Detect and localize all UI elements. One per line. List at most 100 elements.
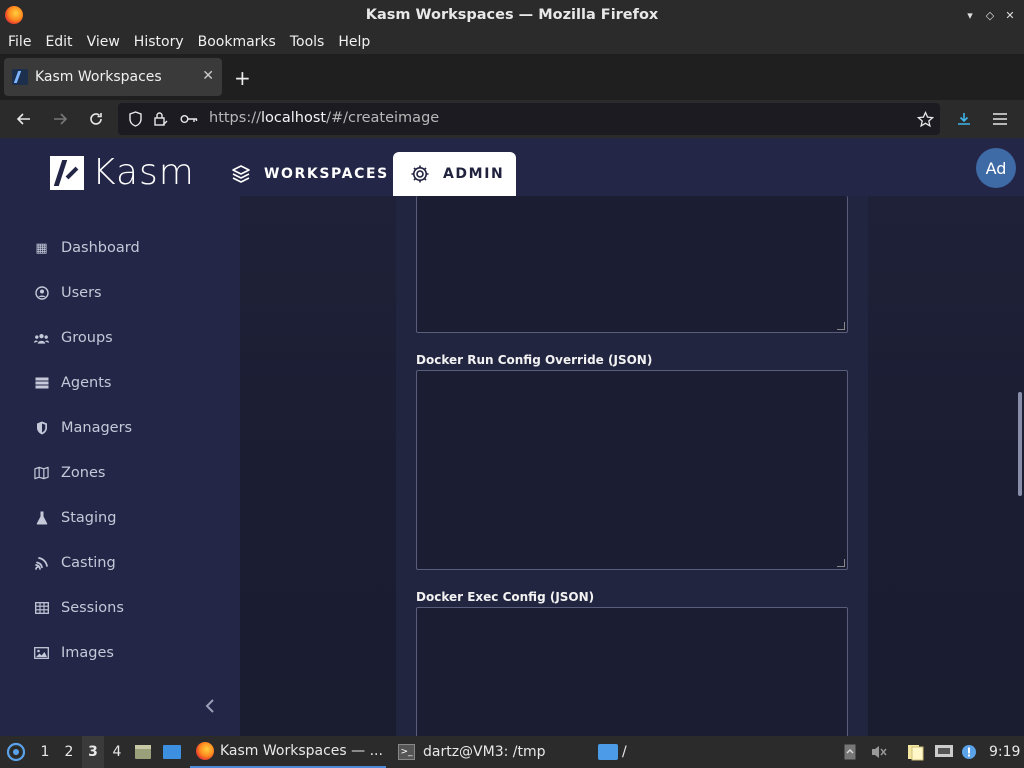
tab-strip: Kasm Workspaces ✕ +: [0, 54, 1024, 100]
workspace-3[interactable]: 3: [82, 736, 104, 768]
key-icon[interactable]: [178, 108, 200, 130]
sidebar-item-managers[interactable]: Managers: [34, 416, 132, 440]
firefox-task-icon: [196, 742, 214, 760]
sidebar-item-label: Sessions: [61, 600, 124, 616]
layers-icon: [230, 163, 252, 185]
resize-grip-icon[interactable]: [837, 322, 845, 330]
window-title: Kasm Workspaces — Mozilla Firefox: [365, 7, 659, 23]
task-firefox-label: Kasm Workspaces — ...: [220, 743, 383, 759]
close-window-icon[interactable]: ✕: [1003, 8, 1017, 22]
avatar[interactable]: Ad: [976, 148, 1016, 188]
sidebar-item-label: Zones: [61, 465, 106, 481]
taskbar: 1 2 3 4 Kasm Workspaces — ... >_ dartz@V…: [0, 736, 1024, 768]
shield-icon: [34, 421, 49, 436]
shield-tracking-icon[interactable]: [124, 108, 146, 130]
kasm-header: Kasm WORKSPACES ADMIN Ad: [0, 138, 1024, 196]
kasm-logo-text: Kasm: [92, 152, 195, 193]
nav-bar: https://localhost/#/createimage: [0, 100, 1024, 138]
sidebar-item-casting[interactable]: Casting: [34, 551, 116, 575]
sidebar-item-images[interactable]: Images: [34, 641, 114, 665]
task-terminal-label: dartz@VM3: /tmp: [423, 744, 546, 760]
start-menu-icon[interactable]: [4, 736, 28, 768]
sidebar-item-staging[interactable]: Staging: [34, 506, 116, 530]
nav-workspaces[interactable]: WORKSPACES: [230, 152, 389, 196]
sidebar-item-label: Agents: [61, 375, 112, 391]
resize-grip-icon[interactable]: [837, 559, 845, 567]
lock-warning-icon[interactable]: [150, 108, 172, 130]
gear-icon: [409, 163, 431, 185]
minimize-icon[interactable]: ▾: [963, 8, 977, 22]
sidebar-item-label: Casting: [61, 555, 116, 571]
volume-muted-icon[interactable]: [870, 736, 890, 768]
tab-kasm-workspaces[interactable]: Kasm Workspaces ✕: [4, 58, 222, 96]
task-terminal[interactable]: >_ dartz@VM3: /tmp: [392, 736, 592, 768]
notification-icon[interactable]: [961, 736, 981, 768]
network-icon[interactable]: [934, 736, 956, 768]
sidebar-item-label: Users: [61, 285, 102, 301]
workspace-1[interactable]: 1: [34, 736, 56, 768]
back-icon[interactable]: [13, 108, 35, 130]
flask-icon: [34, 511, 49, 526]
window-titlebar: Kasm Workspaces — Mozilla Firefox ▾ ◇ ✕: [0, 0, 1024, 30]
sidebar-item-agents[interactable]: Agents: [34, 371, 111, 395]
previous-textarea[interactable]: [416, 196, 848, 333]
menu-file[interactable]: File: [8, 34, 31, 50]
nav-workspaces-label: WORKSPACES: [264, 166, 389, 182]
downloads-icon[interactable]: [953, 108, 975, 130]
sidebar-item-label: Managers: [61, 420, 133, 436]
admin-sidebar: ▦ Dashboard Users Groups Agents Managers…: [0, 196, 240, 736]
image-icon: [34, 646, 49, 661]
clipboard-icon[interactable]: [906, 736, 928, 768]
user-circle-icon: [34, 286, 49, 301]
nav-admin-label: ADMIN: [443, 166, 505, 182]
docker-exec-config-textarea[interactable]: [416, 607, 848, 736]
menu-help[interactable]: Help: [338, 34, 370, 50]
docker-run-config-textarea[interactable]: [416, 370, 848, 570]
page-scrollbar[interactable]: [1018, 392, 1022, 496]
kasm-logo-mark-icon: [50, 155, 84, 190]
nav-admin[interactable]: ADMIN: [393, 152, 516, 196]
forward-icon[interactable]: [49, 108, 71, 130]
menu-tools[interactable]: Tools: [290, 34, 325, 50]
tab-title: Kasm Workspaces: [35, 69, 162, 85]
file-manager-launcher-icon[interactable]: [134, 736, 154, 768]
cast-icon: [34, 556, 49, 571]
url-bar[interactable]: https://localhost/#/createimage: [118, 103, 940, 135]
new-tab-button[interactable]: +: [234, 66, 251, 90]
clock[interactable]: 9:19: [989, 736, 1021, 768]
sidebar-item-label: Dashboard: [61, 240, 140, 256]
docker-exec-config-label: Docker Exec Config (JSON): [416, 590, 595, 604]
task-files[interactable]: /: [596, 736, 656, 768]
grid-icon: ▦: [35, 240, 48, 256]
task-firefox[interactable]: Kasm Workspaces — ...: [190, 736, 386, 768]
sidebar-item-label: Groups: [61, 330, 113, 346]
sidebar-item-zones[interactable]: Zones: [34, 461, 105, 485]
hamburger-menu-icon[interactable]: [989, 108, 1011, 130]
menu-edit[interactable]: Edit: [45, 34, 72, 50]
sidebar-item-dashboard[interactable]: ▦ Dashboard: [34, 236, 140, 260]
sidebar-item-sessions[interactable]: Sessions: [34, 596, 124, 620]
sidebar-item-users[interactable]: Users: [34, 281, 102, 305]
sidebar-item-groups[interactable]: Groups: [34, 326, 113, 350]
kasm-logo[interactable]: Kasm: [50, 152, 195, 193]
table-icon: [34, 601, 49, 616]
menu-view[interactable]: View: [87, 34, 120, 50]
menu-bookmarks[interactable]: Bookmarks: [198, 34, 276, 50]
restore-icon[interactable]: ◇: [983, 8, 997, 22]
folder-icon: [598, 744, 618, 760]
menu-bar: File Edit View History Bookmarks Tools H…: [0, 30, 1024, 54]
desktop-icon[interactable]: [162, 736, 184, 768]
reload-icon[interactable]: [85, 108, 107, 130]
terminal-icon: >_: [398, 744, 415, 760]
close-tab-icon[interactable]: ✕: [202, 68, 214, 84]
url-text[interactable]: https://localhost/#/createimage: [209, 110, 439, 126]
tray-upload-icon[interactable]: [844, 736, 858, 768]
bookmark-star-icon[interactable]: [914, 108, 936, 130]
menu-history[interactable]: History: [134, 34, 184, 50]
sidebar-item-label: Images: [61, 645, 114, 661]
docker-run-config-label: Docker Run Config Override (JSON): [416, 353, 653, 367]
kasm-favicon-icon: [12, 69, 28, 85]
collapse-sidebar-icon[interactable]: [205, 698, 215, 719]
workspace-4[interactable]: 4: [106, 736, 128, 768]
workspace-2[interactable]: 2: [58, 736, 80, 768]
